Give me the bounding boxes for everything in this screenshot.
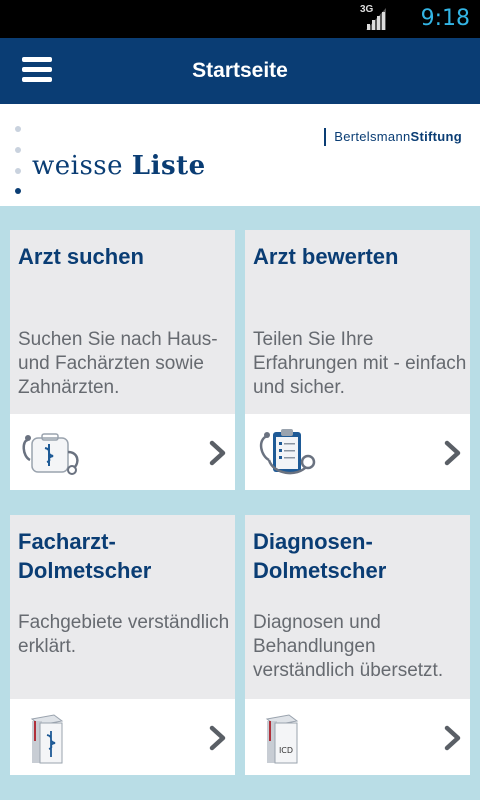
medical-book-icon <box>30 714 64 764</box>
clipboard-stethoscope-icon <box>259 429 316 475</box>
status-bar: 3G 9:18 <box>0 0 480 38</box>
logo-text-light: weisse <box>32 151 132 181</box>
clock: 9:18 <box>420 6 470 31</box>
card-footer[interactable] <box>245 414 470 490</box>
card-description: Fachgebiete verständlich erklärt. <box>18 612 230 657</box>
app-header: Startseite <box>0 38 480 104</box>
card-facharzt-dolmetscher[interactable]: Facharzt-Dolmetscher Fachgebiete verstän… <box>10 515 235 775</box>
card-arzt-bewerten[interactable]: Arzt bewerten Teilen Sie Ihre Erfahrunge… <box>245 230 470 490</box>
card-title: Arzt suchen <box>18 244 144 269</box>
sponsor-text-bold: Stiftung <box>410 129 462 144</box>
card-diagnosen-dolmetscher[interactable]: Diagnosen-Dolmetscher Diagnosen und Beha… <box>245 515 470 775</box>
logo-band: weisse Liste BertelsmannStiftung <box>0 104 480 206</box>
chevron-right-icon <box>209 725 226 751</box>
card-description: Suchen Sie nach Haus- und Fachärzten sow… <box>18 329 218 398</box>
icd-label: ICD <box>279 746 293 755</box>
chevron-right-icon <box>444 725 461 751</box>
weisse-liste-logo: weisse Liste <box>32 151 206 181</box>
logo-text-bold: Liste <box>131 151 206 181</box>
sponsor-text-light: Bertelsmann <box>334 129 411 144</box>
card-title: Diagnosen-Dolmetscher <box>253 529 387 583</box>
card-description: Diagnosen und Behandlungen verständlich … <box>253 612 444 681</box>
signal-strength-icon <box>366 8 386 30</box>
card-title: Facharzt-Dolmetscher <box>18 529 152 583</box>
card-title: Arzt bewerten <box>253 244 399 269</box>
card-footer[interactable] <box>10 699 235 775</box>
card-footer[interactable]: ICD <box>245 699 470 775</box>
bertelsmann-stiftung-logo: BertelsmannStiftung <box>324 128 462 146</box>
logo-dots-icon <box>15 126 23 196</box>
card-description: Teilen Sie Ihre Erfahrungen mit - einfac… <box>253 329 467 398</box>
hamburger-menu-icon[interactable] <box>22 57 52 83</box>
page-title: Startseite <box>192 59 288 82</box>
icd-book-icon: ICD <box>265 714 299 764</box>
chevron-right-icon <box>209 440 226 466</box>
chevron-right-icon <box>444 440 461 466</box>
card-arzt-suchen[interactable]: Arzt suchen Suchen Sie nach Haus- und Fa… <box>10 230 235 490</box>
stethoscope-bag-icon <box>22 433 79 475</box>
card-footer[interactable] <box>10 414 235 490</box>
